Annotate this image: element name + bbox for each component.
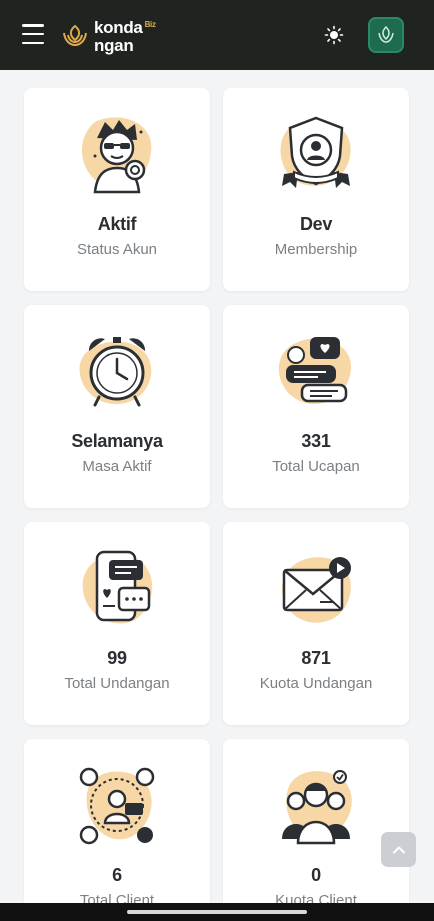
stat-value: 0 (311, 865, 321, 885)
stat-label: Kuota Undangan (259, 675, 373, 692)
brand-accent: Biz (144, 19, 156, 29)
stat-card-status-akun[interactable]: Aktif Status Akun (24, 88, 210, 291)
scroll-to-top-button[interactable] (381, 832, 416, 867)
stat-value: Selamanya (71, 431, 163, 451)
sun-icon[interactable] (322, 23, 346, 47)
chevron-up-icon (392, 846, 405, 853)
brand-name: konda Biz ngan (94, 17, 156, 55)
stat-card-masa-aktif[interactable]: Selamanya Masa Aktif (24, 305, 210, 508)
network-users-icon (79, 767, 155, 845)
membership-badge-icon (280, 116, 351, 188)
hamburger-icon[interactable] (22, 24, 46, 44)
stat-label: Membership (274, 241, 358, 258)
system-nav-bar (0, 903, 434, 921)
brand-line2: ngan (94, 35, 134, 55)
stat-value: Dev (299, 214, 333, 234)
stat-card-total-ucapan[interactable]: 331 Total Ucapan (223, 305, 409, 508)
stat-value: 331 (301, 431, 331, 451)
stat-card-kuota-undangan[interactable]: 871 Kuota Undangan (223, 522, 409, 725)
leaf-logo-icon (378, 25, 394, 43)
home-indicator[interactable] (127, 910, 307, 914)
brand-line1: konda (94, 17, 143, 37)
dashboard-content: Aktif Status Akun Dev Membership Selaman… (0, 70, 434, 921)
stat-label: Total Undangan (64, 675, 170, 692)
stat-label: Status Akun (76, 241, 158, 258)
stat-value: 6 (112, 865, 122, 885)
envelope-icon (281, 557, 351, 623)
top-navbar: konda Biz ngan (0, 0, 434, 70)
brand-logo[interactable]: konda Biz ngan (60, 16, 156, 56)
stat-label: Total Ucapan (272, 458, 360, 475)
stat-card-total-client[interactable]: 6 Total Client (24, 739, 210, 921)
avatar[interactable] (368, 17, 404, 53)
user-status-icon (81, 117, 152, 194)
stat-card-kuota-client[interactable]: 0 Kuota Client (223, 739, 409, 921)
phone-invitation-icon (82, 550, 153, 624)
stat-value: 99 (107, 648, 127, 668)
stat-label: Masa Aktif (82, 458, 152, 475)
group-users-icon (282, 770, 352, 845)
brand-mark-icon (63, 24, 87, 47)
chat-bubbles-icon (278, 337, 352, 405)
stat-card-membership[interactable]: Dev Membership (223, 88, 409, 291)
stat-value: Aktif (97, 214, 137, 234)
stat-card-total-undangan[interactable]: 99 Total Undangan (24, 522, 210, 725)
stats-grid: Aktif Status Akun Dev Membership Selaman… (24, 88, 410, 921)
stat-value: 871 (301, 648, 331, 668)
alarm-clock-icon (79, 337, 152, 407)
